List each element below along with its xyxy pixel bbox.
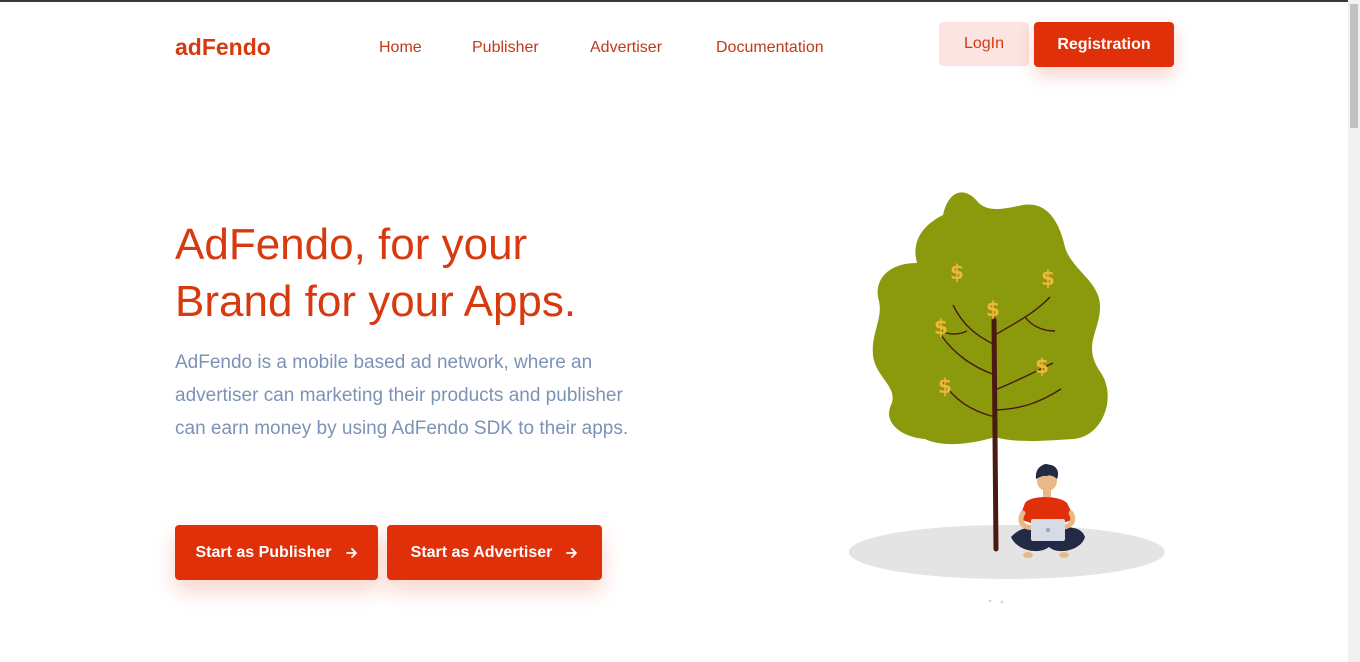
login-button[interactable]: LogIn	[939, 22, 1029, 66]
hero-title-line-2: Brand for your Apps.	[175, 277, 577, 326]
start-as-advertiser-button[interactable]: Start as Advertiser	[387, 525, 602, 580]
money-tree-illustration: $ $ $ $ $ $	[849, 192, 1165, 604]
dollar-icon: $	[934, 315, 948, 339]
ground-shadow	[849, 525, 1165, 579]
nav-publisher[interactable]: Publisher	[472, 39, 539, 57]
dollar-icon: $	[1041, 266, 1055, 290]
dollar-icon: $	[1035, 354, 1049, 378]
site-header: adFendo Home Publisher Advertiser Docume…	[0, 0, 1348, 95]
nav-documentation[interactable]: Documentation	[716, 39, 824, 57]
arrow-right-icon	[345, 547, 357, 558]
start-as-publisher-button[interactable]: Start as Publisher	[175, 525, 378, 580]
person-with-laptop	[1011, 464, 1085, 558]
nav-home[interactable]: Home	[379, 39, 422, 57]
hero-title: AdFendo, for your Brand for your Apps.	[175, 216, 695, 330]
hero-description: AdFendo is a mobile based ad network, wh…	[175, 352, 629, 439]
dollar-icon: $	[938, 374, 952, 398]
start-as-advertiser-label: Start as Advertiser	[410, 543, 553, 561]
start-as-publisher-label: Start as Publisher	[195, 543, 332, 561]
brand-logo[interactable]: adFendo	[175, 34, 271, 61]
arrow-right-icon	[566, 547, 578, 558]
page: adFendo Home Publisher Advertiser Docume…	[0, 0, 1360, 662]
nav-advertiser[interactable]: Advertiser	[590, 39, 662, 57]
dollar-icon: $	[950, 260, 964, 284]
vertical-scrollbar[interactable]	[1348, 0, 1360, 662]
dollar-icon: $	[986, 297, 1000, 321]
registration-button[interactable]: Registration	[1034, 22, 1174, 67]
scrollbar-thumb[interactable]	[1350, 4, 1358, 128]
tree-trunk	[991, 317, 999, 552]
hero-title-line-1: AdFendo, for your	[175, 220, 528, 269]
